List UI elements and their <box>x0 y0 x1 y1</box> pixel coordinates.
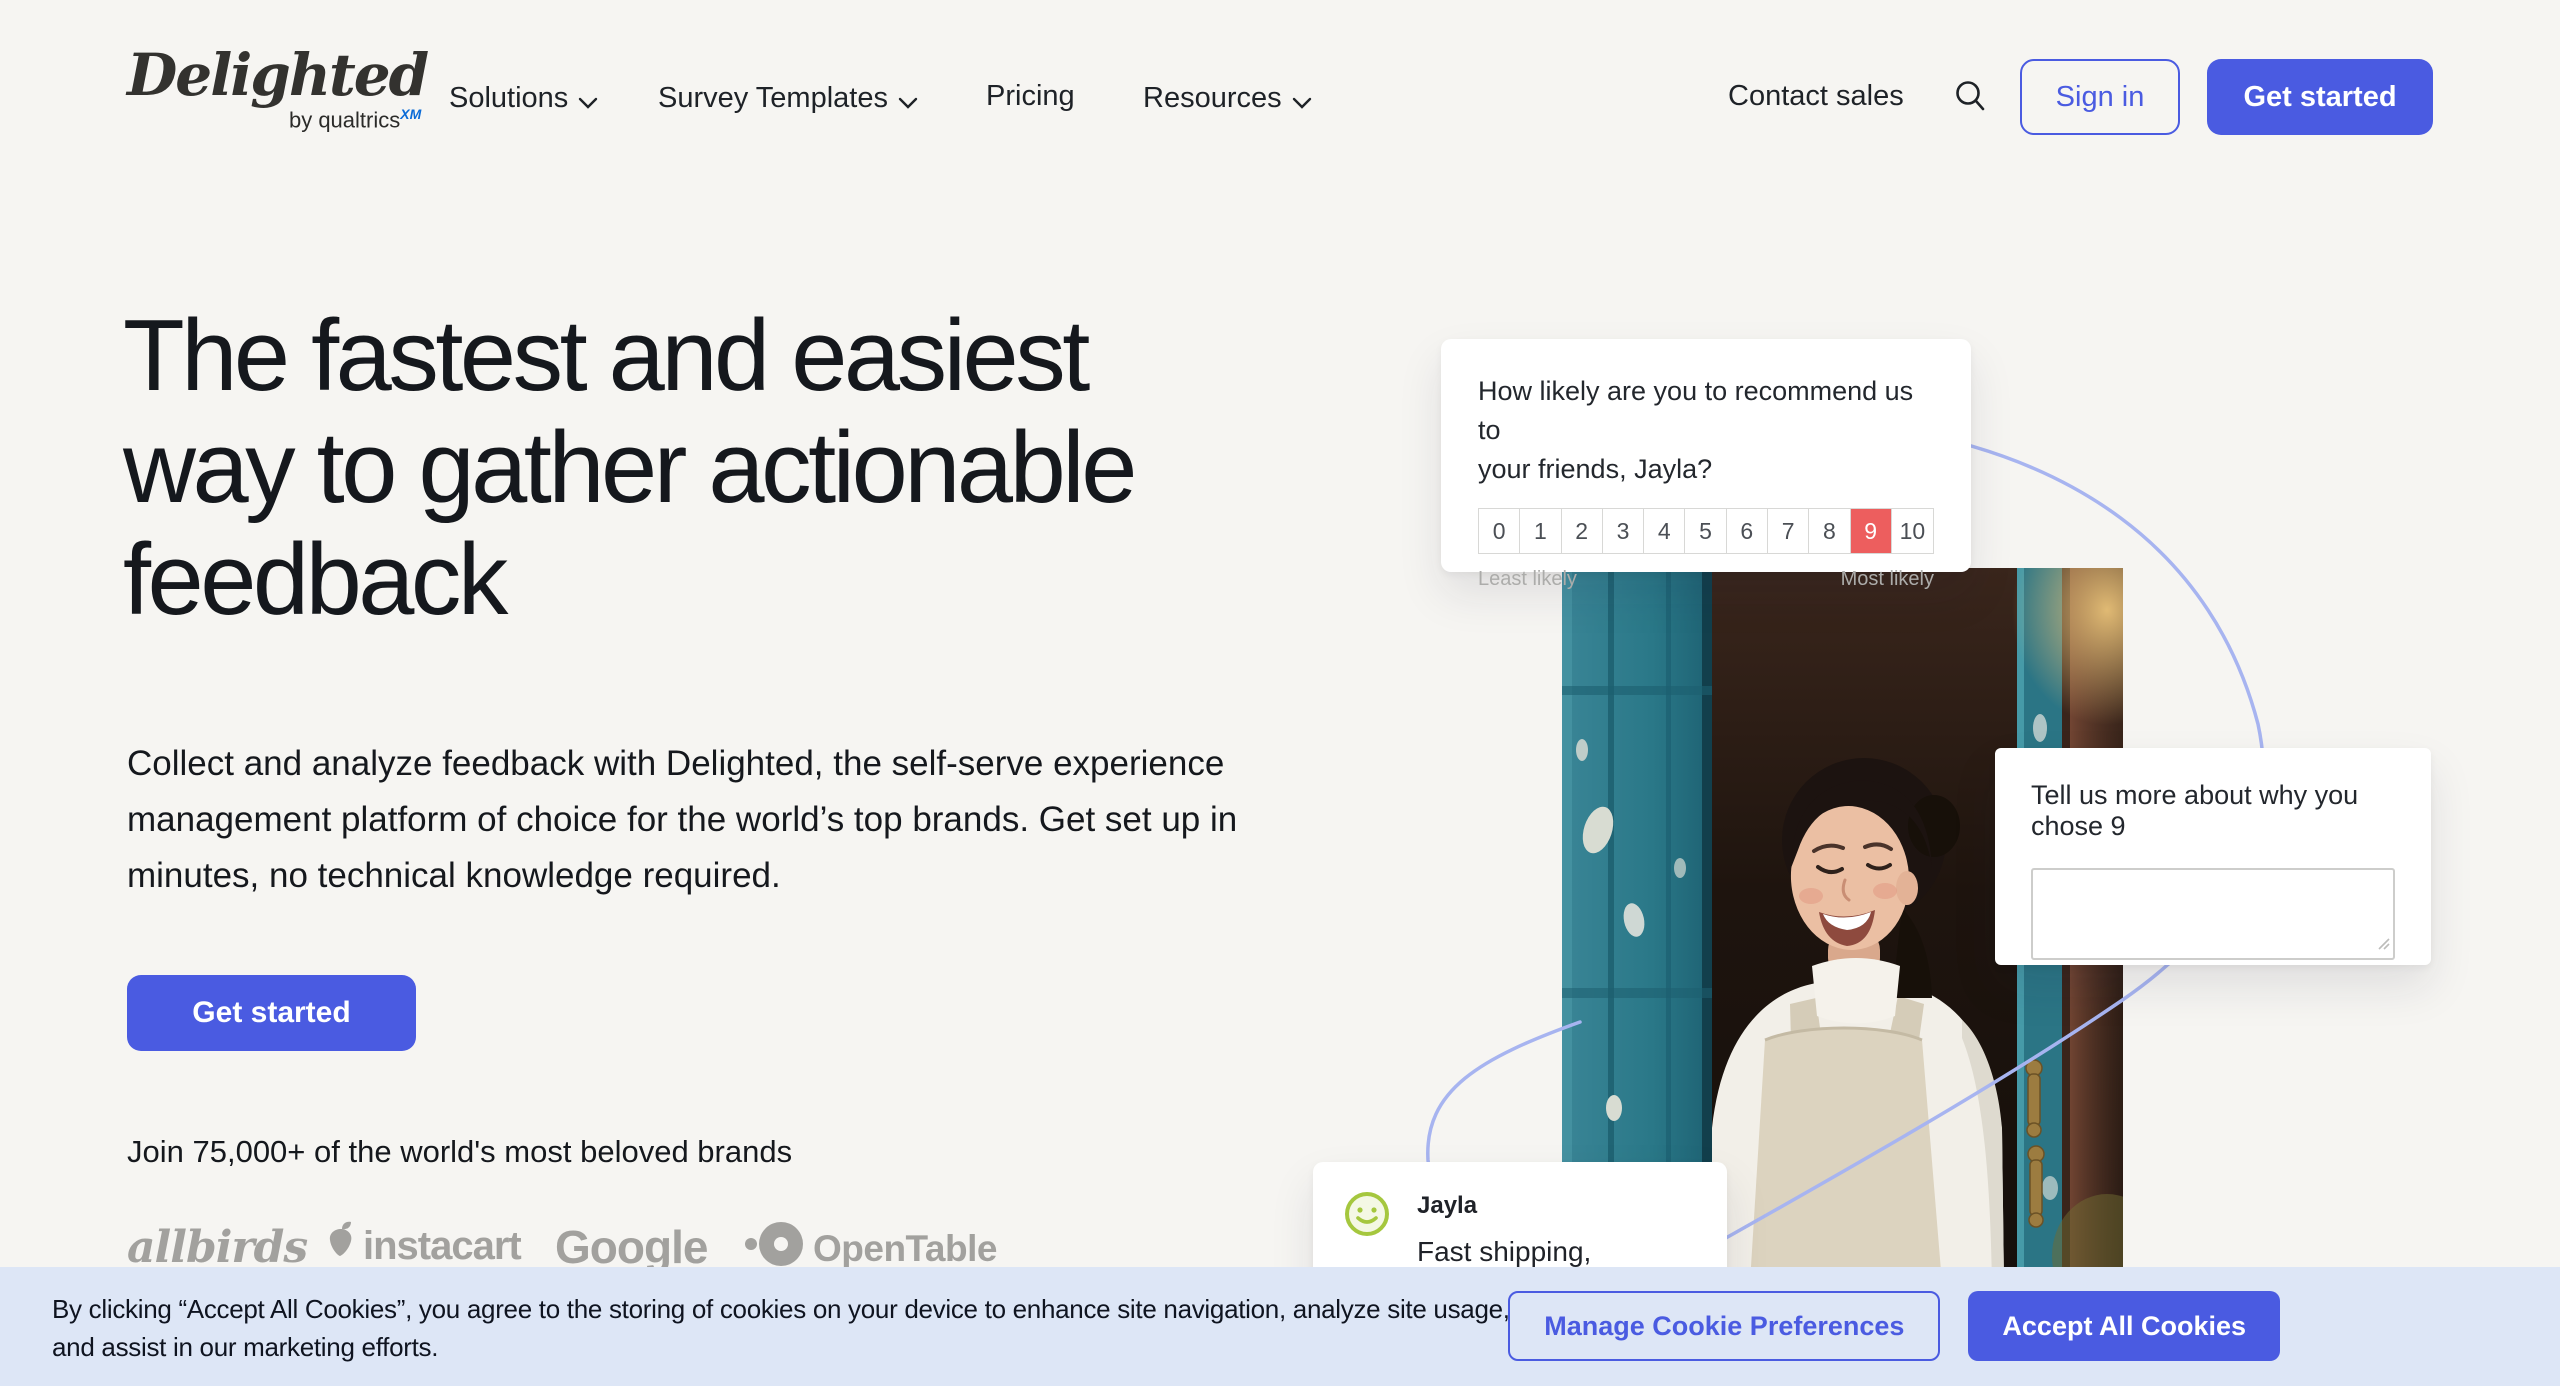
nps-score-10[interactable]: 10 <box>1892 509 1933 553</box>
social-proof-text: Join 75,000+ of the world's most beloved… <box>127 1134 792 1170</box>
followup-textarea[interactable] <box>2031 868 2395 960</box>
nps-score-3[interactable]: 3 <box>1603 509 1644 553</box>
carrot-icon <box>327 1221 355 1267</box>
nps-score-6[interactable]: 6 <box>1727 509 1768 553</box>
nav-item-resources[interactable]: Resources <box>1143 79 1312 117</box>
chevron-down-icon <box>898 83 918 117</box>
chevron-down-icon <box>1292 83 1312 117</box>
cookie-banner: By clicking “Accept All Cookies”, you ag… <box>0 1267 2560 1386</box>
brand-logo-google: Google <box>555 1220 707 1274</box>
header-get-started-button[interactable]: Get started <box>2207 59 2433 135</box>
logo-wordmark: Delighted <box>127 46 427 104</box>
nps-score-5[interactable]: 5 <box>1685 509 1726 553</box>
nps-min-label: Least likely <box>1478 568 1577 591</box>
nps-score-0[interactable]: 0 <box>1479 509 1520 553</box>
nps-score-9-selected[interactable]: 9 <box>1851 509 1892 553</box>
manage-cookie-preferences-button[interactable]: Manage Cookie Preferences <box>1508 1291 1940 1361</box>
nps-score-7[interactable]: 7 <box>1768 509 1809 553</box>
followup-question: Tell us more about why you chose 9 <box>2031 780 2395 842</box>
cookie-message: By clicking “Accept All Cookies”, you ag… <box>52 1290 1552 1366</box>
nav-item-solutions[interactable]: Solutions <box>449 79 598 117</box>
logo-byline: by qualtricsXM <box>127 106 427 133</box>
nps-max-label: Most likely <box>1841 568 1934 591</box>
nps-question: How likely are you to recommend us to yo… <box>1478 372 1934 489</box>
decorative-arc <box>0 0 2560 1386</box>
brand-logo-allbirds: allbirds <box>127 1222 307 1273</box>
hero-get-started-button[interactable]: Get started <box>127 975 416 1051</box>
chevron-down-icon <box>578 83 598 117</box>
reviewer-name: Jayla <box>1417 1192 1697 1220</box>
contact-sales-link[interactable]: Contact sales <box>1728 79 1904 113</box>
hero-description: Collect and analyze feedback with Deligh… <box>127 736 1245 904</box>
nps-scale: 0 1 2 3 4 5 6 7 8 9 10 <box>1478 508 1934 554</box>
accept-all-cookies-button[interactable]: Accept All Cookies <box>1968 1291 2280 1361</box>
nps-survey-card: How likely are you to recommend us to yo… <box>1441 339 1971 572</box>
nps-score-4[interactable]: 4 <box>1644 509 1685 553</box>
nps-score-8[interactable]: 8 <box>1809 509 1850 553</box>
brand-logo-instacart: instacart <box>327 1224 521 1269</box>
logo[interactable]: Delighted by qualtricsXM <box>127 46 427 133</box>
followup-card: Tell us more about why you chose 9 <box>1995 748 2431 965</box>
nps-score-1[interactable]: 1 <box>1520 509 1561 553</box>
sign-in-button[interactable]: Sign in <box>2020 59 2180 135</box>
page-title: The fastest and easiest way to gather ac… <box>123 300 1373 636</box>
search-icon[interactable] <box>1952 78 1988 114</box>
nav-item-survey-templates[interactable]: Survey Templates <box>658 79 918 117</box>
nps-score-2[interactable]: 2 <box>1562 509 1603 553</box>
resize-handle-icon[interactable] <box>2376 936 2390 955</box>
xm-badge: XM <box>400 106 421 122</box>
header: Delighted by qualtricsXM Solutions Surve… <box>0 0 2560 190</box>
nav-item-pricing[interactable]: Pricing <box>986 79 1075 113</box>
